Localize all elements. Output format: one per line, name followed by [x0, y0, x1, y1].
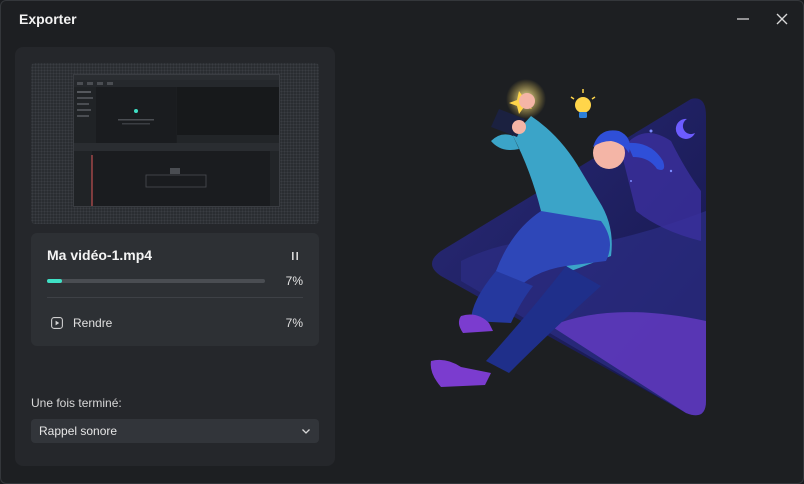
divider [47, 297, 303, 298]
title-bar: Exporter [1, 1, 803, 37]
window-title: Exporter [19, 11, 77, 27]
thumbnail-editor-screenshot [73, 74, 280, 207]
export-filename: Ma vidéo-1.mp4 [47, 247, 153, 263]
pause-button[interactable] [285, 246, 305, 266]
export-illustration [430, 79, 706, 416]
chevron-down-icon [302, 429, 310, 434]
pause-icon [292, 252, 298, 260]
after-completion-value: Rappel sonore [39, 424, 118, 438]
close-icon [776, 13, 788, 25]
progress-percent: 7% [285, 274, 303, 288]
after-completion-dropdown[interactable]: Rappel sonore [31, 419, 319, 443]
export-dialog: Exporter Ma vidéo-1.mp4 7% Rendre 7% Une… [0, 0, 804, 484]
render-progress-card: Ma vidéo-1.mp4 7% Rendre 7% [31, 233, 319, 346]
export-panel: Ma vidéo-1.mp4 7% Rendre 7% Une fois ter… [15, 47, 335, 466]
after-completion-label: Une fois terminé: [31, 396, 122, 410]
close-button[interactable] [768, 7, 796, 31]
video-thumbnail [31, 63, 319, 224]
minimize-icon [737, 18, 749, 20]
render-step-label: Rendre [73, 316, 113, 330]
minimize-button[interactable] [729, 7, 757, 31]
render-step-percent: 7% [285, 316, 303, 330]
play-square-icon [51, 317, 63, 329]
progress-bar [47, 279, 265, 283]
progress-bar-fill [47, 279, 63, 283]
